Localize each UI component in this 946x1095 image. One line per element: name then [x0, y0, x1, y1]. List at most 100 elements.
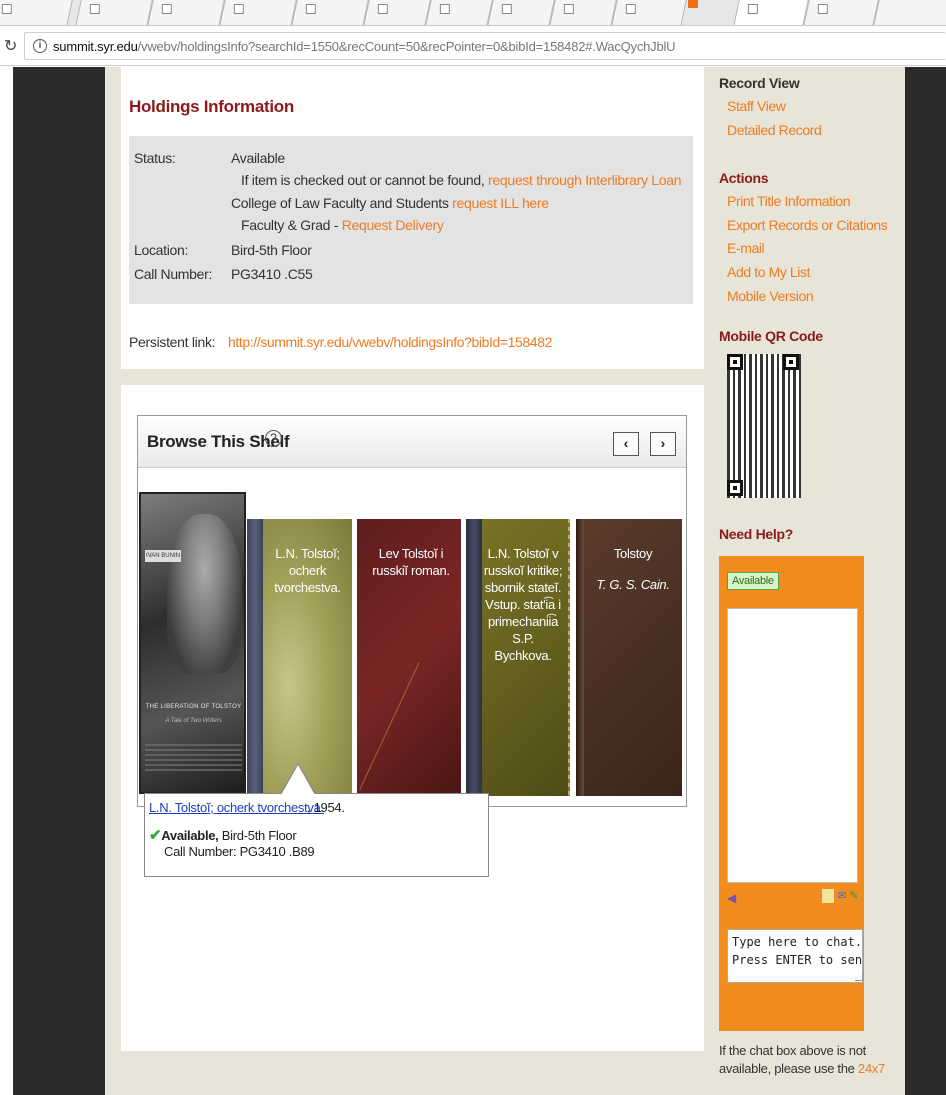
browser-tab[interactable]: [803, 0, 879, 25]
record-view-label: Record View: [719, 75, 800, 91]
ill-line: If item is checked out or cannot be foun…: [241, 172, 682, 188]
browser-tab[interactable]: [549, 0, 617, 25]
call-number-value: PG3410 .C55: [231, 266, 313, 282]
tab-favicon-icon: [747, 4, 758, 14]
holdings-card: Holdings Information Status: Available I…: [121, 67, 704, 369]
book-spine: [576, 519, 584, 796]
book-cover-ocherk-tvorchestva[interactable]: L.N. Tolstoĭ; ocherk tvorchestva.: [247, 519, 352, 796]
ill-text: If item is checked out or cannot be foun…: [241, 172, 489, 188]
reload-icon[interactable]: ↻: [4, 36, 17, 56]
tab-favicon-icon: [89, 4, 100, 14]
tab-favicon-icon: [563, 4, 574, 14]
cover-subtitle: A Tale of Two Writers: [165, 718, 222, 724]
book-cover-liberation-of-tolstoy[interactable]: IVAN BUNIN THE LIBERATION OF TOLSTOY A T…: [139, 492, 246, 794]
ill-link[interactable]: request through Interlibrary Loan: [488, 172, 682, 188]
left-gutter: [0, 67, 13, 1095]
file-icon[interactable]: [822, 889, 834, 903]
popup-availability: ✔Available, Bird-5th Floor: [149, 826, 297, 844]
location-label: Location:: [134, 242, 189, 258]
law-ill-link[interactable]: request ILL here: [452, 195, 549, 211]
browser-tab[interactable]: [291, 0, 369, 25]
popup-location: Bird-5th Floor: [218, 828, 297, 843]
status-label: Status:: [134, 150, 176, 166]
qr-pattern: [727, 354, 801, 498]
qr-finder: [727, 480, 743, 496]
shelf-header: Browse This Shelf ? ‹ ›: [138, 416, 686, 468]
persistent-link-label: Persistent link:: [129, 334, 216, 350]
new-tab-button[interactable]: [873, 0, 946, 25]
browser-tab-active[interactable]: [733, 0, 809, 25]
url-field[interactable]: i summit.syr.edu/vwebv/holdingsInfo?sear…: [24, 32, 946, 60]
shelf-next-button[interactable]: ›: [650, 432, 676, 456]
qr-title: Mobile QR Code: [719, 328, 823, 344]
book-author: T. G. S. Cain.: [596, 577, 670, 592]
qr-code-icon: [727, 354, 801, 498]
status-value: Available: [231, 150, 285, 166]
chat-fallback-note: If the chat box above is not available, …: [719, 1042, 897, 1078]
popup-status: Available,: [161, 828, 219, 843]
popup-pointer-fill: [281, 765, 315, 795]
holdings-table: Status: Available If item is checked out…: [129, 136, 693, 304]
book-cover-russkii-roman[interactable]: Lev Tolstoĭ i russkiĭ roman.: [357, 519, 461, 796]
pencil-icon[interactable]: ✎: [848, 889, 860, 903]
browser-tab[interactable]: [147, 0, 225, 25]
url-text[interactable]: summit.syr.edu/vwebv/holdingsInfo?search…: [53, 39, 676, 54]
email-link[interactable]: E-mail: [727, 240, 765, 256]
holdings-title: Holdings Information: [129, 97, 294, 116]
info-icon[interactable]: i: [33, 39, 47, 53]
staff-view-link[interactable]: Staff View: [727, 98, 786, 114]
checkmark-icon: ✔: [149, 827, 162, 844]
chat-input[interactable]: Type here to chat. Press ENTER to send.: [727, 929, 863, 983]
detailed-record-link[interactable]: Detailed Record: [727, 122, 822, 138]
add-to-list-link[interactable]: Add to My List: [727, 264, 811, 280]
tab-favicon-icon: [817, 4, 828, 14]
tab-favicon-icon: [625, 4, 636, 14]
address-bar: ↻ i summit.syr.edu/vwebv/holdingsInfo?se…: [0, 26, 946, 66]
help-icon[interactable]: ?: [265, 430, 282, 447]
law-text: College of Law Faculty and Students: [231, 195, 453, 211]
browser-tab[interactable]: [75, 0, 153, 25]
law-line: College of Law Faculty and Students requ…: [231, 195, 549, 211]
book-title-block: Tolstoy T. G. S. Cain.: [584, 545, 682, 593]
shelf-prev-button[interactable]: ‹: [613, 432, 639, 456]
grad-line: Faculty & Grad - Request Delivery: [241, 217, 444, 233]
book-detail-popup: L.N. Tolstoĭ; ocherk tvorchestva. , 1954…: [144, 793, 489, 877]
browser-tab[interactable]: [0, 0, 73, 25]
tab-favicon-icon: [305, 4, 316, 14]
tab-favicon-icon: [439, 4, 450, 14]
chat-24x7-link[interactable]: 24x7: [858, 1061, 885, 1076]
chat-toolbar: ◀ ✉ ✎: [727, 887, 860, 907]
browser-tab[interactable]: [363, 0, 431, 25]
tab-favicon-icon: [1, 4, 12, 14]
left-dark-margin: [13, 67, 105, 1095]
chat-status-badge: Available: [727, 572, 779, 590]
resize-grip-icon[interactable]: [855, 973, 863, 981]
book-spine: [466, 519, 482, 796]
browse-shelf-widget: Browse This Shelf ? ‹ › IVAN BUNIN THE L…: [137, 415, 687, 807]
book-title: L.N. Tolstoĭ v russkoĭ kritike; sbornik …: [483, 546, 563, 663]
chat-log[interactable]: [727, 608, 858, 883]
request-delivery-link[interactable]: Request Delivery: [342, 217, 444, 233]
popup-call-number: Call Number: PG3410 .B89: [164, 844, 315, 859]
location-value: Bird-5th Floor: [231, 242, 312, 258]
tab-favicon-icon: [233, 4, 244, 14]
sound-icon[interactable]: ◀: [727, 891, 736, 905]
book-cover-tolstoy-cain[interactable]: Tolstoy T. G. S. Cain.: [576, 519, 682, 796]
browser-tab[interactable]: [487, 0, 555, 25]
book-title: L.N. Tolstoĭ; ocherk tvorchestva.: [274, 546, 341, 595]
mobile-version-link[interactable]: Mobile Version: [727, 288, 814, 304]
book-cover-russkoi-kritike[interactable]: L.N. Tolstoĭ v russkoĭ kritike; sbornik …: [466, 519, 570, 796]
popup-title-link[interactable]: L.N. Tolstoĭ; ocherk tvorchestva.: [149, 800, 324, 815]
browser-tab[interactable]: [425, 0, 493, 25]
url-host: summit.syr.edu: [53, 39, 138, 54]
mail-icon[interactable]: ✉: [836, 889, 848, 903]
tab-favicon-icon: [161, 4, 172, 14]
persistent-link[interactable]: http://summit.syr.edu/vwebv/holdingsInfo…: [228, 334, 552, 350]
browser-tab[interactable]: [219, 0, 297, 25]
export-records-link[interactable]: Export Records or Citations: [727, 217, 888, 233]
cover-title: THE LIBERATION OF TOLSTOY: [145, 704, 242, 710]
browser-tab-strip: [0, 0, 946, 26]
print-title-link[interactable]: Print Title Information: [727, 193, 850, 209]
browser-tab[interactable]: [611, 0, 687, 25]
qr-finder: [727, 354, 743, 370]
